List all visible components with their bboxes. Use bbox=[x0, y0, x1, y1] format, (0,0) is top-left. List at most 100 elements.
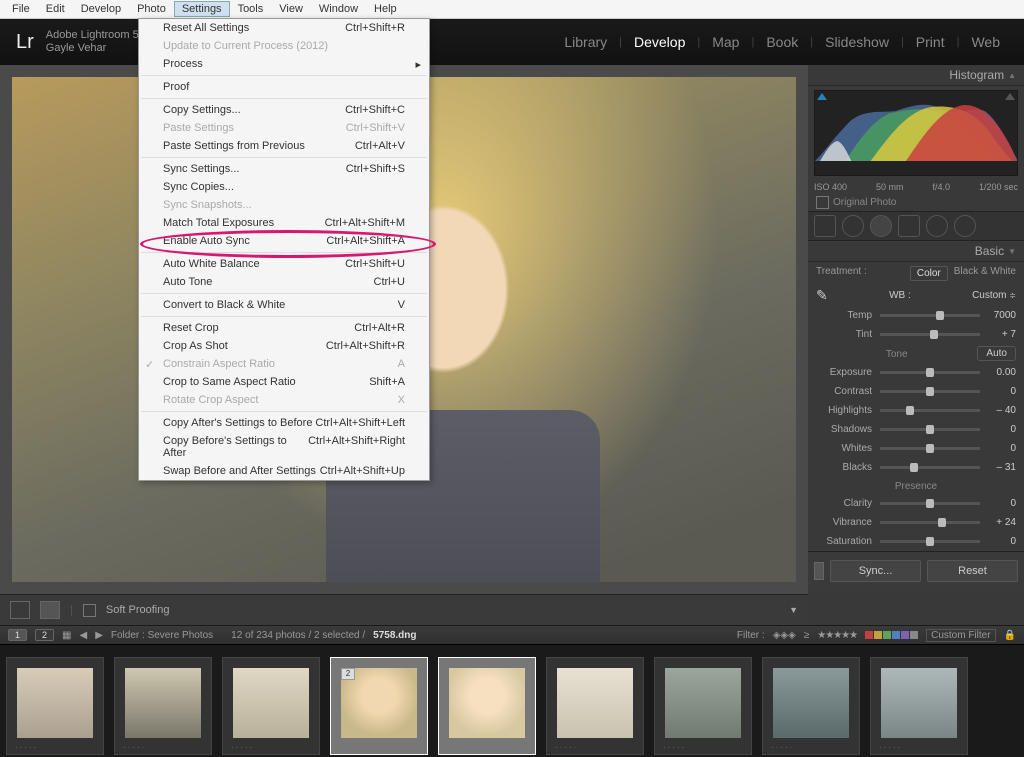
flag-filter-icon[interactable]: ◈◈◈ bbox=[773, 630, 796, 641]
menuitem-crop-to-same-aspect-ratio[interactable]: Crop to Same Aspect RatioShift+A bbox=[139, 373, 429, 391]
slider-blacks[interactable]: Blacks– 31 bbox=[816, 458, 1016, 477]
soft-proof-checkbox[interactable] bbox=[83, 604, 96, 617]
color-chip[interactable] bbox=[874, 631, 882, 639]
menuitem-reset-all-settings[interactable]: Reset All SettingsCtrl+Shift+R bbox=[139, 19, 429, 37]
module-slideshow[interactable]: Slideshow bbox=[817, 30, 897, 54]
menuitem-auto-tone[interactable]: Auto ToneCtrl+U bbox=[139, 273, 429, 291]
menuitem-copy-before-s-settings-to-after[interactable]: Copy Before's Settings to AfterCtrl+Alt+… bbox=[139, 432, 429, 462]
slider-highlights[interactable]: Highlights– 40 bbox=[816, 401, 1016, 420]
module-web[interactable]: Web bbox=[963, 30, 1008, 54]
slider-contrast[interactable]: Contrast0 bbox=[816, 382, 1016, 401]
menu-settings[interactable]: Settings bbox=[174, 1, 230, 17]
menuitem-convert-to-black-white[interactable]: Convert to Black & WhiteV bbox=[139, 296, 429, 314]
custom-filter-dropdown[interactable]: Custom Filter bbox=[926, 629, 995, 642]
thumbnail[interactable]: ····· bbox=[438, 657, 536, 755]
module-library[interactable]: Library bbox=[556, 30, 615, 54]
grid-icon[interactable]: ▦ bbox=[62, 630, 71, 641]
color-chip[interactable] bbox=[901, 631, 909, 639]
rating-dots[interactable]: ····· bbox=[231, 743, 254, 752]
fwd-icon[interactable]: ▶ bbox=[95, 630, 103, 641]
thumbnail[interactable]: ····· bbox=[870, 657, 968, 755]
toolbar-menu-icon[interactable]: ▼ bbox=[789, 605, 798, 615]
rating-filter[interactable]: ★★★★★ bbox=[817, 630, 857, 641]
loupe-view-icon[interactable] bbox=[10, 601, 30, 619]
eyedropper-icon[interactable]: ✎ bbox=[816, 287, 828, 304]
thumbnail[interactable]: ····· bbox=[546, 657, 644, 755]
rating-dots[interactable]: ····· bbox=[771, 743, 794, 752]
screen-1-tab[interactable]: 1 bbox=[8, 629, 27, 641]
slider-tint[interactable]: Tint+ 7 bbox=[816, 325, 1016, 344]
original-checkbox[interactable] bbox=[816, 196, 829, 209]
spot-tool-icon[interactable] bbox=[842, 215, 864, 237]
menuitem-auto-white-balance[interactable]: Auto White BalanceCtrl+Shift+U bbox=[139, 255, 429, 273]
module-print[interactable]: Print bbox=[908, 30, 953, 54]
module-map[interactable]: Map bbox=[704, 30, 747, 54]
slider-shadows[interactable]: Shadows0 bbox=[816, 420, 1016, 439]
slider-temp[interactable]: Temp7000 bbox=[816, 306, 1016, 325]
color-chip[interactable] bbox=[865, 631, 873, 639]
module-develop[interactable]: Develop bbox=[626, 30, 693, 54]
histogram[interactable] bbox=[814, 90, 1018, 176]
menu-develop[interactable]: Develop bbox=[73, 1, 129, 17]
menuitem-enable-auto-sync[interactable]: Enable Auto SyncCtrl+Alt+Shift+A bbox=[139, 232, 429, 250]
thumbnail[interactable]: ····· bbox=[6, 657, 104, 755]
menuitem-reset-crop[interactable]: Reset CropCtrl+Alt+R bbox=[139, 319, 429, 337]
rating-dots[interactable]: ····· bbox=[555, 743, 578, 752]
wb-dropdown[interactable]: Custom ≑ bbox=[972, 290, 1016, 301]
radial-tool-icon[interactable] bbox=[926, 215, 948, 237]
back-icon[interactable]: ◀ bbox=[79, 630, 87, 641]
crop-tool-icon[interactable] bbox=[814, 215, 836, 237]
brush-tool-icon[interactable] bbox=[954, 215, 976, 237]
slider-saturation[interactable]: Saturation0 bbox=[816, 532, 1016, 551]
slider-whites[interactable]: Whites0 bbox=[816, 439, 1016, 458]
treatment-color[interactable]: Color bbox=[910, 266, 948, 281]
color-chip[interactable] bbox=[892, 631, 900, 639]
slider-clarity[interactable]: Clarity0 bbox=[816, 494, 1016, 513]
thumbnail[interactable]: 2 ····· bbox=[330, 657, 428, 755]
thumbnail[interactable]: ····· bbox=[222, 657, 320, 755]
module-book[interactable]: Book bbox=[758, 30, 806, 54]
screen-2-tab[interactable]: 2 bbox=[35, 629, 54, 641]
treatment-bw[interactable]: Black & White bbox=[954, 266, 1016, 281]
menu-photo[interactable]: Photo bbox=[129, 1, 174, 17]
redeye-tool-icon[interactable] bbox=[870, 215, 892, 237]
menu-edit[interactable]: Edit bbox=[38, 1, 73, 17]
menuitem-match-total-exposures[interactable]: Match Total ExposuresCtrl+Alt+Shift+M bbox=[139, 214, 429, 232]
menuitem-proof[interactable]: Proof bbox=[139, 78, 429, 96]
menu-view[interactable]: View bbox=[271, 1, 311, 17]
original-photo-row[interactable]: Original Photo bbox=[808, 194, 1024, 211]
menuitem-swap-before-and-after-settings[interactable]: Swap Before and After SettingsCtrl+Alt+S… bbox=[139, 462, 429, 480]
slider-exposure[interactable]: Exposure0.00 bbox=[816, 363, 1016, 382]
highlight-clip-icon[interactable] bbox=[1005, 93, 1015, 100]
rating-dots[interactable]: ····· bbox=[447, 743, 470, 752]
shadow-clip-icon[interactable] bbox=[817, 93, 827, 100]
menuitem-crop-as-shot[interactable]: Crop As ShotCtrl+Alt+Shift+R bbox=[139, 337, 429, 355]
gradient-tool-icon[interactable] bbox=[898, 215, 920, 237]
thumbnail[interactable]: ····· bbox=[762, 657, 860, 755]
before-after-icon[interactable] bbox=[40, 601, 60, 619]
rating-dots[interactable]: ····· bbox=[15, 743, 38, 752]
auto-tone-button[interactable]: Auto bbox=[977, 346, 1016, 361]
slider-vibrance[interactable]: Vibrance+ 24 bbox=[816, 513, 1016, 532]
menu-tools[interactable]: Tools bbox=[230, 1, 272, 17]
rating-dots[interactable]: ····· bbox=[339, 743, 362, 752]
histogram-header[interactable]: Histogram▲ bbox=[808, 65, 1024, 86]
menuitem-paste-settings-from-previous[interactable]: Paste Settings from PreviousCtrl+Alt+V bbox=[139, 137, 429, 155]
sync-switch-icon[interactable] bbox=[814, 562, 824, 580]
menuitem-sync-copies-[interactable]: Sync Copies... bbox=[139, 178, 429, 196]
menu-window[interactable]: Window bbox=[311, 1, 366, 17]
menuitem-copy-settings-[interactable]: Copy Settings...Ctrl+Shift+C bbox=[139, 101, 429, 119]
menuitem-copy-after-s-settings-to-before[interactable]: Copy After's Settings to BeforeCtrl+Alt+… bbox=[139, 414, 429, 432]
thumbnail[interactable]: ····· bbox=[654, 657, 752, 755]
reset-button[interactable]: Reset bbox=[927, 560, 1018, 582]
stack-badge[interactable]: 2 bbox=[341, 668, 355, 680]
color-filter[interactable] bbox=[865, 631, 918, 639]
thumbnail[interactable]: ····· bbox=[114, 657, 212, 755]
filter-lock-icon[interactable]: 🔒 bbox=[1004, 630, 1016, 641]
rating-dots[interactable]: ····· bbox=[663, 743, 686, 752]
menu-help[interactable]: Help bbox=[366, 1, 405, 17]
menu-file[interactable]: File bbox=[4, 1, 38, 17]
color-chip[interactable] bbox=[910, 631, 918, 639]
menuitem-sync-settings-[interactable]: Sync Settings...Ctrl+Shift+S bbox=[139, 160, 429, 178]
rating-dots[interactable]: ····· bbox=[123, 743, 146, 752]
